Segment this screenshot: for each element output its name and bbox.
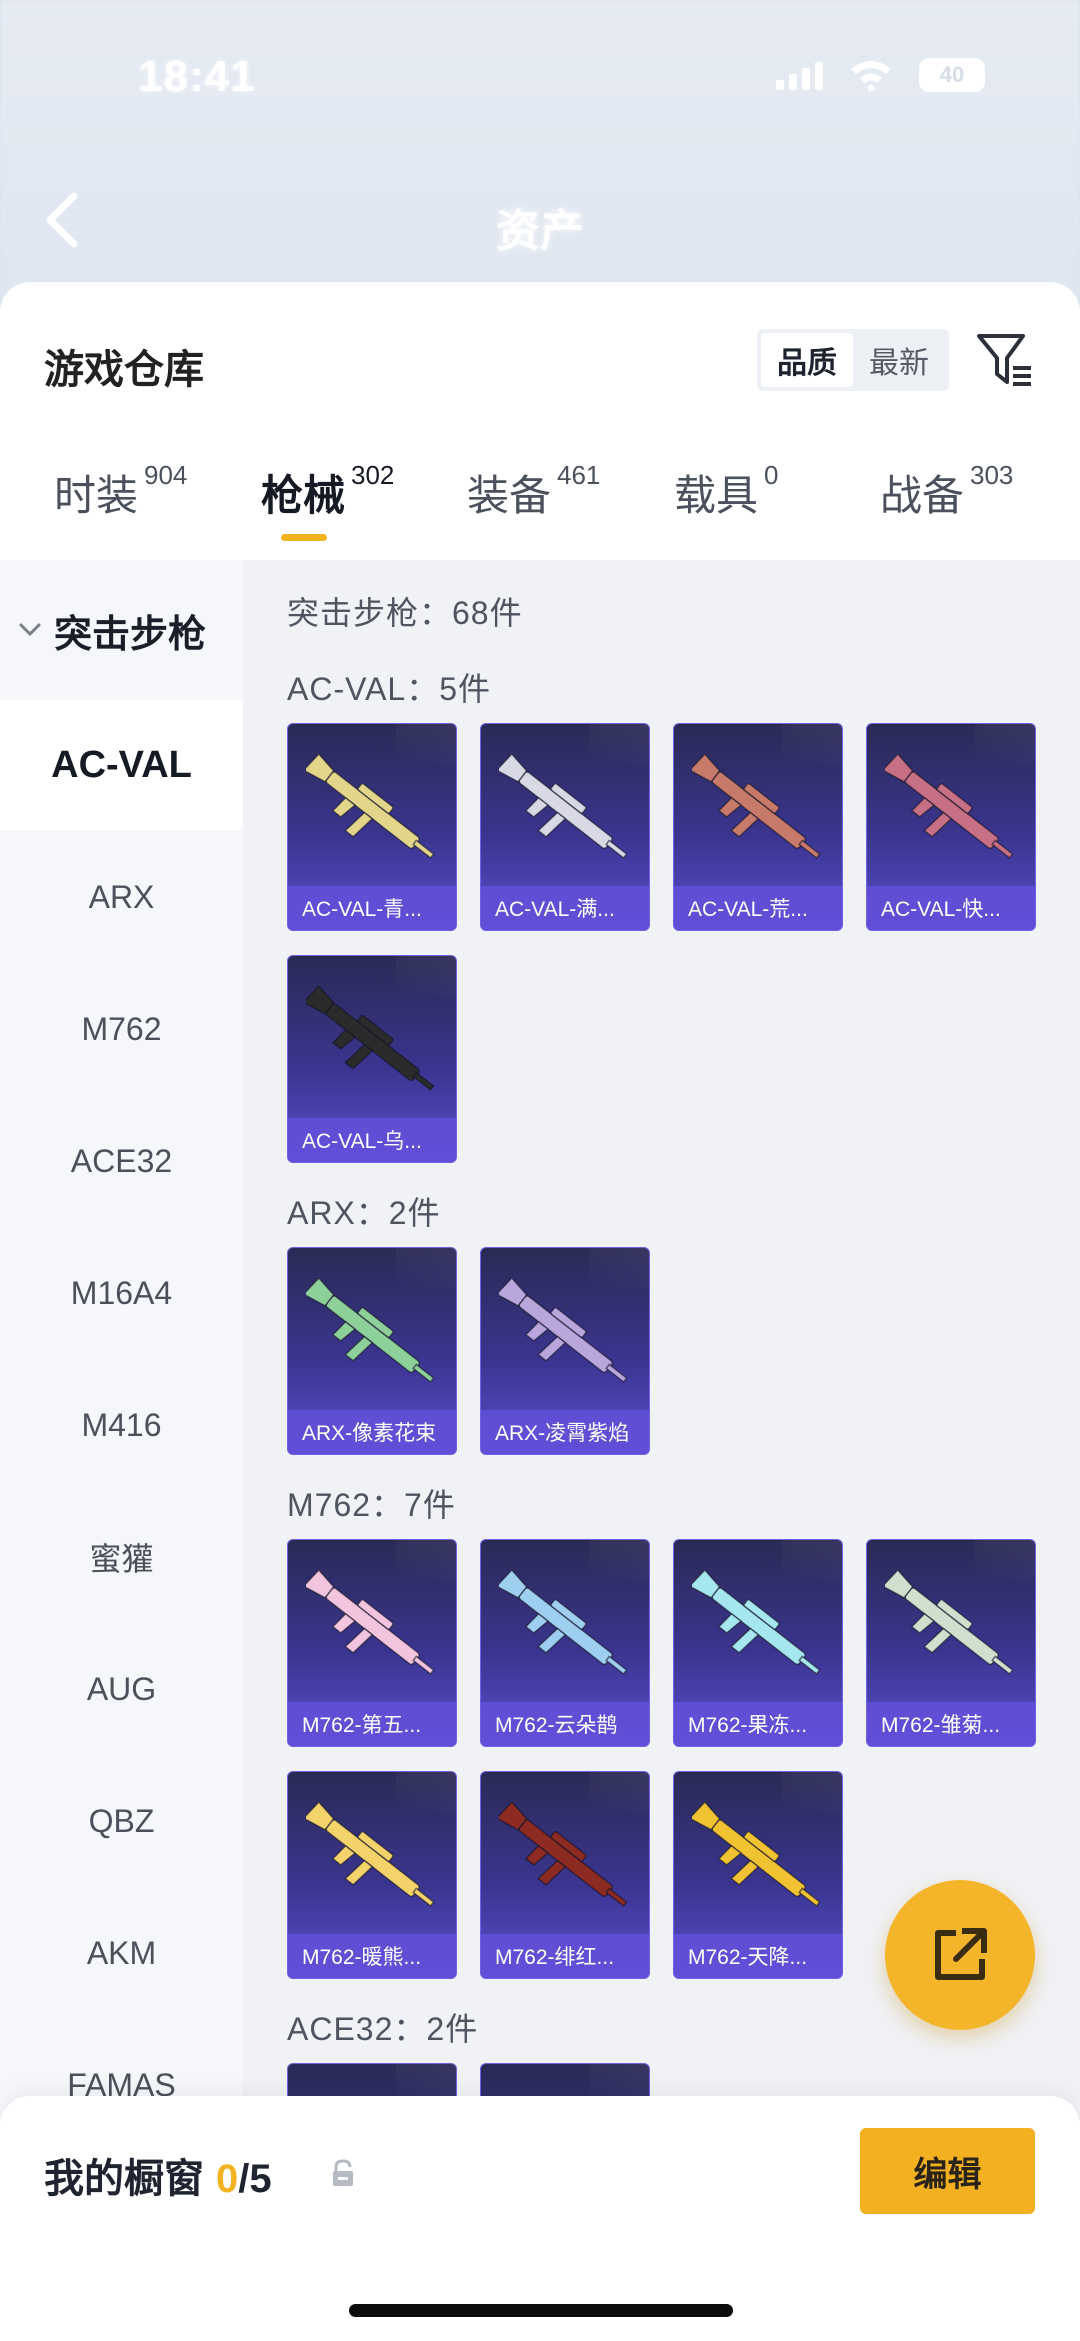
- sheet-title: 游戏仓库: [44, 348, 204, 392]
- cellular-signal-icon: [776, 60, 823, 90]
- weapon-skin-image: [692, 1802, 821, 1907]
- weapon-card-label: ARX-凌霄紫焰: [495, 1422, 630, 1445]
- weapon-card-label: ARX-像素花束: [302, 1422, 437, 1445]
- weapon-card-label: M762-第五...: [302, 1714, 422, 1737]
- sort-toggle: 品质 最新: [757, 329, 949, 391]
- weapon-card[interactable]: ARX-凌霄紫焰: [480, 1247, 650, 1455]
- tab-count: 461: [557, 460, 601, 490]
- share-icon: [935, 1928, 987, 1980]
- group-heading-arx: ARX：2件: [287, 1195, 441, 1231]
- weapon-card-label: M762-雏菊...: [881, 1714, 1001, 1737]
- weapon-card-label: M762-云朵鹊: [495, 1714, 618, 1737]
- sidebar-category-label: 突击步枪: [54, 613, 207, 656]
- weapon-skin-image: [499, 754, 628, 859]
- weapon-card[interactable]: M762-雏菊...: [866, 1539, 1036, 1747]
- sidebar-item-ac-val[interactable]: AC-VAL: [0, 700, 243, 830]
- weapon-skin-image: [885, 1570, 1014, 1675]
- weapon-card[interactable]: M762-天降...: [673, 1771, 843, 1979]
- weapon-skin-image: [306, 754, 435, 859]
- showcase-label: 我的橱窗: [44, 2157, 204, 2201]
- tab-label: 载具: [674, 472, 759, 519]
- weapon-card-label: M762-绯红...: [495, 1946, 615, 1969]
- sidebar-item-m416[interactable]: M416: [0, 1360, 243, 1490]
- sidebar-item-m16a4[interactable]: M16A4: [0, 1228, 243, 1358]
- weapon-card[interactable]: M762-绯红...: [480, 1771, 650, 1979]
- weapon-card[interactable]: M762-云朵鹊: [480, 1539, 650, 1747]
- tab-guns[interactable]: 枪械 302: [261, 460, 395, 523]
- weapon-skin-image: [306, 1278, 435, 1383]
- share-button[interactable]: [885, 1880, 1035, 2030]
- status-time: 18:41: [138, 52, 256, 101]
- sort-quality-button[interactable]: 品质: [761, 333, 853, 387]
- warehouse-sheet: 游戏仓库 品质 最新 时装 904 枪械 302 装备 461 载具 0 战备 …: [0, 282, 1080, 2341]
- filter-icon[interactable]: [975, 330, 1035, 392]
- showcase-current-count: 0: [216, 2157, 239, 2201]
- weapon-card[interactable]: M762-第五...: [287, 1539, 457, 1747]
- edit-button[interactable]: 编辑: [860, 2128, 1035, 2214]
- weapon-skin-image: [499, 1570, 628, 1675]
- weapon-card[interactable]: ARX-像素花束: [287, 1247, 457, 1455]
- tab-count: 904: [144, 460, 188, 490]
- weapon-skin-image: [692, 754, 821, 859]
- weapon-card[interactable]: AC-VAL-荒...: [673, 723, 843, 931]
- group-heading-ace32: ACE32：2件: [287, 2011, 479, 2047]
- weapon-card-label: M762-暖熊...: [302, 1946, 422, 1969]
- weapon-card-label: AC-VAL-满...: [495, 898, 615, 921]
- weapon-card-label: M762-天降...: [688, 1946, 808, 1969]
- tab-equipment[interactable]: 装备 461: [467, 460, 601, 523]
- tab-count: 303: [970, 460, 1014, 490]
- category-tabs: 时装 904 枪械 302 装备 461 载具 0 战备 303: [0, 460, 1080, 552]
- group-heading-m762: M762：7件: [287, 1487, 456, 1523]
- weapon-type-sidebar: 突击步枪 AC-VAL ARX M762 ACE32 M16A4 M416 蜜獾…: [0, 560, 243, 2120]
- weapon-card[interactable]: AC-VAL-快...: [866, 723, 1036, 931]
- weapon-card-label: AC-VAL-青...: [302, 898, 422, 921]
- weapon-card-label: AC-VAL-乌...: [302, 1130, 422, 1153]
- weapon-card[interactable]: AC-VAL-青...: [287, 723, 457, 931]
- weapon-card[interactable]: AC-VAL-乌...: [287, 955, 457, 1163]
- tab-label: 枪械: [261, 472, 346, 519]
- sidebar-item-qbz[interactable]: QBZ: [0, 1756, 243, 1886]
- tab-count: 302: [351, 460, 395, 490]
- weapon-skin-image: [499, 1802, 628, 1907]
- tab-vehicles[interactable]: 载具 0: [674, 460, 779, 523]
- category-summary: 突击步枪：68件: [287, 595, 523, 631]
- weapon-skin-image: [885, 754, 1014, 859]
- tab-label: 装备: [467, 472, 552, 519]
- wifi-icon: [851, 61, 891, 91]
- sidebar-item-arx[interactable]: ARX: [0, 832, 243, 962]
- sidebar-item-aug[interactable]: AUG: [0, 1624, 243, 1754]
- sidebar-item-ace32[interactable]: ACE32: [0, 1096, 243, 1226]
- sidebar-item-akm[interactable]: AKM: [0, 1888, 243, 2018]
- weapon-card[interactable]: M762-暖熊...: [287, 1771, 457, 1979]
- page-title: 资产: [496, 207, 584, 256]
- weapon-skin-image: [306, 986, 435, 1091]
- weapon-card-label: M762-果冻...: [688, 1714, 808, 1737]
- sort-latest-button[interactable]: 最新: [853, 333, 945, 387]
- weapon-skin-image: [306, 1570, 435, 1675]
- weapon-card-label: AC-VAL-荒...: [688, 898, 808, 921]
- sidebar-item-m762[interactable]: M762: [0, 964, 243, 1094]
- tab-label: 时装: [54, 472, 139, 519]
- status-indicators: 40: [776, 58, 985, 92]
- sidebar-item-honey-badger[interactable]: 蜜獾: [0, 1492, 243, 1622]
- sidebar-category-assault-rifles[interactable]: 突击步枪: [0, 580, 243, 680]
- tab-skins[interactable]: 时装 904: [54, 460, 188, 523]
- tab-label: 战备: [880, 472, 965, 519]
- home-indicator: [349, 2304, 733, 2317]
- chevron-down-icon: [19, 623, 41, 637]
- weapon-card-label: AC-VAL-快...: [881, 898, 1001, 921]
- showcase-max-count: /5: [238, 2157, 272, 2201]
- tab-count: 0: [764, 460, 779, 490]
- active-tab-indicator: [281, 534, 327, 541]
- weapon-skin-image: [692, 1570, 821, 1675]
- weapon-skin-image: [306, 1802, 435, 1907]
- lock-icon: [333, 2159, 353, 2186]
- weapon-card[interactable]: AC-VAL-满...: [480, 723, 650, 931]
- showcase-title: 我的橱窗 0/5: [44, 2146, 272, 2204]
- group-heading-ac-val: AC-VAL：5件: [287, 671, 492, 707]
- tab-tactical[interactable]: 战备 303: [880, 460, 1014, 523]
- weapon-skin-image: [499, 1278, 628, 1383]
- weapon-card[interactable]: M762-果冻...: [673, 1539, 843, 1747]
- battery-icon: 40: [919, 58, 985, 92]
